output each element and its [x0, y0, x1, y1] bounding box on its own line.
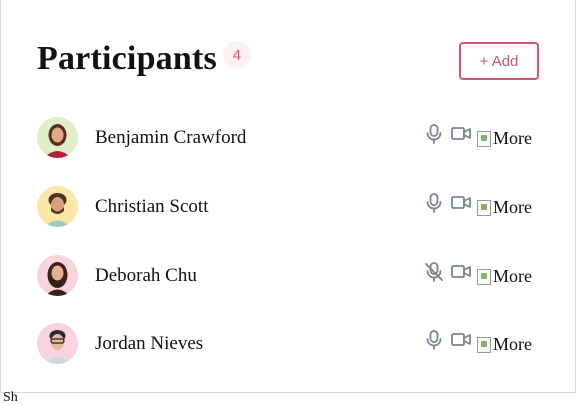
- broken-image-icon: [477, 199, 491, 216]
- participant-count-badge: 4: [222, 41, 251, 69]
- more-alt-text: More: [493, 334, 532, 354]
- participant-name: Deborah Chu: [95, 265, 197, 286]
- list-item: Jordan Nieves More: [37, 323, 547, 367]
- more-options-button[interactable]: More: [477, 128, 532, 149]
- panel-header: Participants 4: [37, 40, 251, 78]
- avatar: [37, 323, 78, 364]
- list-item: Christian Scott More: [37, 186, 547, 230]
- avatar: [37, 255, 78, 296]
- microphone-muted-icon[interactable]: [423, 261, 445, 283]
- microphone-icon[interactable]: [423, 192, 445, 214]
- participants-panel: Participants 4 + Add Benjamin Crawford M…: [0, 0, 576, 393]
- participant-name: Benjamin Crawford: [95, 127, 247, 148]
- broken-image-icon: [477, 268, 491, 285]
- video-camera-icon[interactable]: [450, 123, 472, 145]
- more-alt-text: More: [493, 197, 532, 217]
- page-title: Participants: [37, 40, 217, 77]
- list-item: Benjamin Crawford More: [37, 117, 547, 161]
- avatar: [37, 117, 78, 158]
- broken-image-icon: [477, 130, 491, 147]
- broken-image-icon: [477, 336, 491, 353]
- participant-name: Jordan Nieves: [95, 333, 204, 354]
- participant-name: Christian Scott: [95, 196, 209, 217]
- microphone-icon[interactable]: [423, 329, 445, 351]
- more-alt-text: More: [493, 266, 532, 286]
- truncated-footer-text: Sh: [3, 390, 18, 405]
- add-participant-button[interactable]: + Add: [459, 42, 539, 80]
- video-camera-icon[interactable]: [450, 261, 472, 283]
- video-camera-icon[interactable]: [450, 329, 472, 351]
- video-camera-icon[interactable]: [450, 192, 472, 214]
- more-alt-text: More: [493, 128, 532, 148]
- list-item: Deborah Chu More: [37, 255, 547, 299]
- microphone-icon[interactable]: [423, 123, 445, 145]
- more-options-button[interactable]: More: [477, 266, 532, 287]
- avatar: [37, 186, 78, 227]
- more-options-button[interactable]: More: [477, 334, 532, 355]
- more-options-button[interactable]: More: [477, 197, 532, 218]
